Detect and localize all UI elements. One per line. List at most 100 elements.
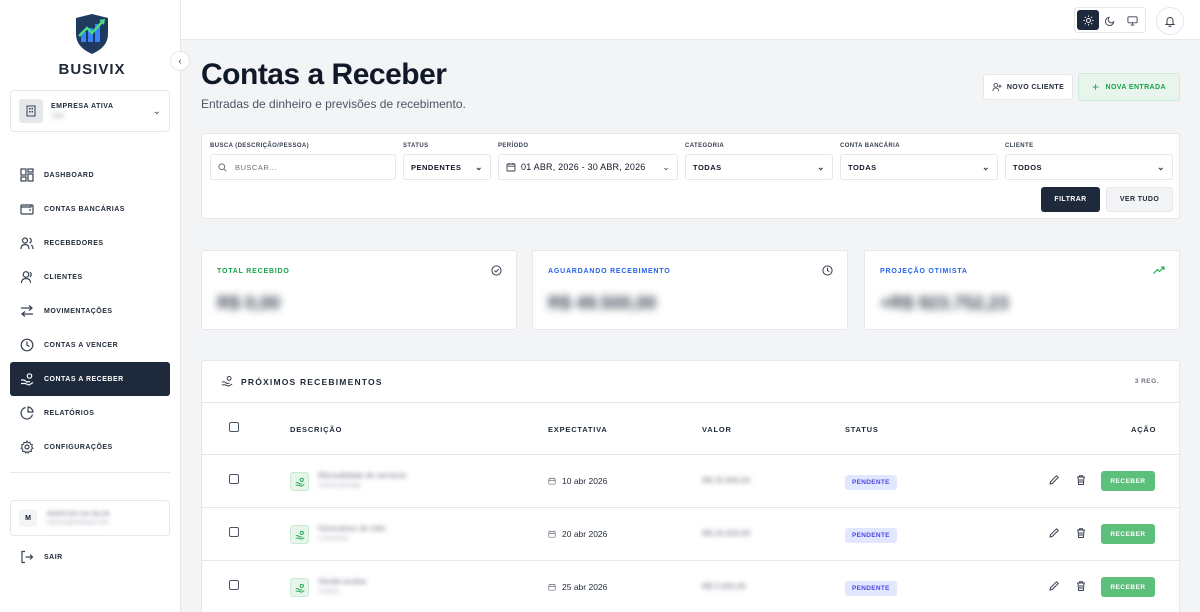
- sidebar-item-label: CONFIGURAÇÕES: [44, 443, 113, 451]
- theme-switcher: [1074, 7, 1146, 33]
- trash-icon[interactable]: [1075, 474, 1087, 486]
- chevron-down-icon: ⌄: [152, 105, 161, 117]
- calendar-icon: [506, 163, 516, 172]
- filter-button[interactable]: FILTRAR: [1041, 187, 1100, 212]
- row-subtitle: Produto: [318, 589, 340, 595]
- new-client-button[interactable]: NOVO CLIENTE: [983, 74, 1073, 100]
- trash-icon[interactable]: [1075, 527, 1087, 539]
- stat-value: R$ 0,00: [217, 293, 281, 313]
- status-select[interactable]: PENDENTES ⌄: [403, 154, 491, 180]
- table-row: Venda avulsa Produto 25 abr 2026 R$ 5.00…: [202, 561, 1179, 612]
- sidebar: BUSIVIX EMPRESA ATIVA UMI ⌄ DASHBOARD CO…: [0, 0, 181, 612]
- see-all-button[interactable]: VER TUDO: [1106, 187, 1173, 212]
- search-placeholder: BUSCAR...: [235, 162, 278, 172]
- sidebar-divider: [10, 472, 170, 473]
- category-select[interactable]: TODAS ⌄: [685, 154, 833, 180]
- row-subtitle: Cliente principal: [318, 483, 361, 489]
- status-badge: PENDENTE: [845, 581, 897, 596]
- bank-account-label: CONTA BANCÁRIA: [840, 143, 900, 149]
- user-email: marcos@exemplo.com: [47, 519, 109, 526]
- sidebar-item-settings[interactable]: CONFIGURAÇÕES: [10, 430, 170, 464]
- new-entry-button[interactable]: + NOVA ENTRADA: [1078, 73, 1180, 101]
- logo-icon: [76, 14, 108, 54]
- logout-button[interactable]: SAIR: [20, 550, 63, 564]
- dark-theme-button[interactable]: [1099, 10, 1121, 30]
- search-input[interactable]: BUSCAR...: [210, 154, 396, 180]
- search-icon: [218, 162, 227, 172]
- row-description: Honorários do mês: [318, 524, 386, 533]
- client-label: CLIENTE: [1005, 143, 1034, 149]
- select-all-checkbox[interactable]: [229, 422, 239, 432]
- sidebar-item-label: CONTAS BANCÁRIAS: [44, 205, 125, 213]
- status-badge: PENDENTE: [845, 475, 897, 490]
- edit-icon[interactable]: [1048, 580, 1060, 592]
- wallet-icon: [20, 204, 34, 215]
- row-date-text: 20 abr 2026: [562, 529, 608, 539]
- sidebar-item-clients[interactable]: CLIENTES: [10, 260, 170, 294]
- sidebar-item-receivers[interactable]: RECEBEDORES: [10, 226, 170, 260]
- table-header-bar: PRÓXIMOS RECEBIMENTOS 3 REG.: [202, 361, 1179, 403]
- user-card[interactable]: M MARCOS DA SILVA marcos@exemplo.com: [10, 500, 170, 536]
- user-icon: [20, 271, 32, 284]
- table-row: Honorários do mês Consultoria 20 abr 202…: [202, 508, 1179, 561]
- bell-icon: [1164, 17, 1176, 27]
- sidebar-item-reports[interactable]: RELATÓRIOS: [10, 396, 170, 430]
- table-row: Mensalidade de serviços Cliente principa…: [202, 455, 1179, 508]
- search-label: BUSCA (DESCRIÇÃO/PESSOA): [210, 143, 310, 149]
- logout-icon: [21, 550, 34, 564]
- row-checkbox[interactable]: [229, 474, 239, 484]
- edit-icon[interactable]: [1048, 474, 1060, 486]
- sidebar-item-movements[interactable]: MOVIMENTAÇÕES: [10, 294, 170, 328]
- trash-icon[interactable]: [1075, 580, 1087, 592]
- sidebar-item-bank-accounts[interactable]: CONTAS BANCÁRIAS: [10, 192, 170, 226]
- trending-up-icon: [1153, 266, 1165, 274]
- row-value: R$ 20.000,00: [702, 476, 751, 485]
- notifications-button[interactable]: [1156, 7, 1184, 35]
- bank-account-select[interactable]: TODAS ⌄: [840, 154, 998, 180]
- hand-coin-icon: [221, 376, 233, 387]
- clock-icon: [20, 338, 34, 352]
- period-picker[interactable]: 01 ABR, 2026 - 30 ABR, 2026 ⌄: [498, 154, 678, 180]
- row-date-text: 25 abr 2026: [562, 582, 608, 592]
- light-theme-button[interactable]: [1077, 10, 1099, 30]
- row-description: Mensalidade de serviços: [318, 471, 407, 480]
- filters-panel: BUSCA (DESCRIÇÃO/PESSOA) BUSCAR... STATU…: [201, 133, 1180, 219]
- collapse-sidebar-button[interactable]: ‹: [170, 51, 190, 71]
- table-title: PRÓXIMOS RECEBIMENTOS: [241, 377, 383, 387]
- sidebar-nav: DASHBOARD CONTAS BANCÁRIAS RECEBEDORES C…: [10, 158, 170, 464]
- clock-icon: [822, 265, 833, 276]
- chevron-down-icon: ⌄: [474, 161, 483, 172]
- plus-icon: +: [1092, 80, 1100, 94]
- receive-button[interactable]: RECEBER: [1101, 471, 1155, 491]
- category-label: CATEGORIA: [685, 143, 725, 149]
- sidebar-item-dashboard[interactable]: DASHBOARD: [10, 158, 170, 192]
- grid-icon: [20, 168, 34, 182]
- hand-coin-icon: [21, 373, 34, 386]
- record-count: 3 REG.: [1134, 378, 1159, 385]
- row-checkbox[interactable]: [229, 580, 239, 590]
- company-selector[interactable]: EMPRESA ATIVA UMI ⌄: [10, 90, 170, 132]
- status-badge: PENDENTE: [845, 528, 897, 543]
- moon-icon: [1104, 16, 1114, 26]
- receive-button[interactable]: RECEBER: [1101, 577, 1155, 597]
- sidebar-item-payables[interactable]: CONTAS A VENCER: [10, 328, 170, 362]
- system-theme-button[interactable]: [1121, 10, 1143, 30]
- stat-label: TOTAL RECEBIDO: [217, 268, 290, 275]
- client-value: TODOS: [1013, 162, 1043, 172]
- new-entry-label: NOVA ENTRADA: [1105, 83, 1166, 91]
- logout-label: SAIR: [44, 553, 63, 561]
- brand-logo[interactable]: BUSIVIX: [52, 14, 132, 78]
- pie-chart-icon: [20, 406, 34, 420]
- row-date-text: 10 abr 2026: [562, 476, 608, 486]
- monitor-icon: [1126, 15, 1138, 26]
- check-circle-icon: [491, 265, 502, 276]
- row-checkbox[interactable]: [229, 527, 239, 537]
- client-select[interactable]: TODOS ⌄: [1005, 154, 1173, 180]
- receive-button[interactable]: RECEBER: [1101, 524, 1155, 544]
- sidebar-item-receivables[interactable]: CONTAS A RECEBER: [10, 362, 170, 396]
- stat-value: +R$ 923.752,23: [880, 293, 1009, 313]
- stat-label: PROJEÇÃO OTIMISTA: [880, 268, 968, 275]
- edit-icon[interactable]: [1048, 527, 1060, 539]
- column-status: STATUS: [845, 425, 879, 434]
- sidebar-item-label: CLIENTES: [44, 273, 83, 281]
